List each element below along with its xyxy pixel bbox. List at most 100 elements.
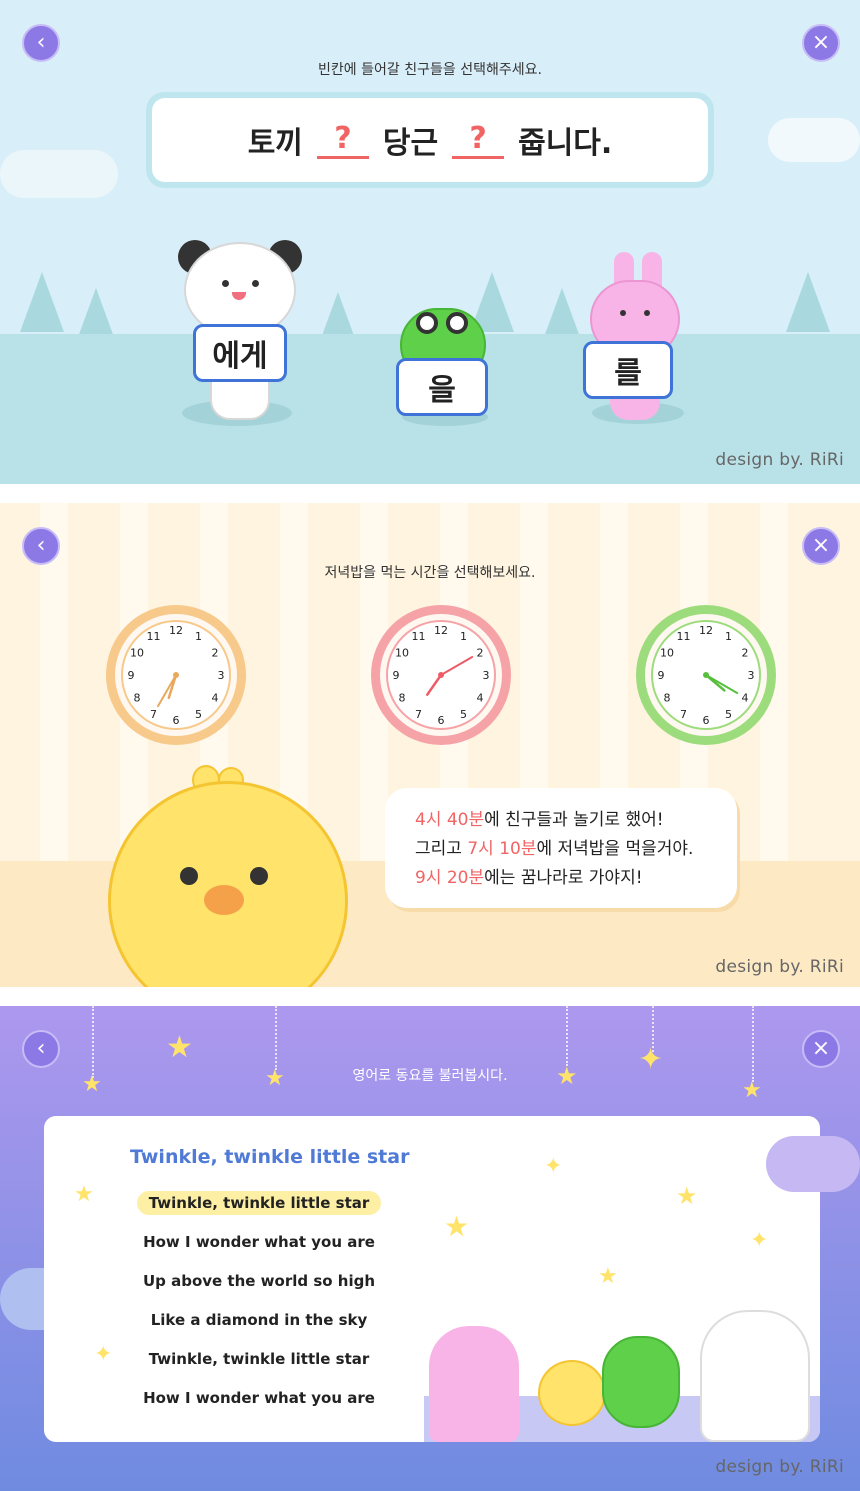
- clock-option-1[interactable]: 12 1 2 3 4 5 6 7 8 9 10 11: [104, 603, 248, 747]
- lyric-line[interactable]: Twinkle, twinkle little star: [54, 1350, 464, 1368]
- lyric-text: How I wonder what you are: [143, 1389, 375, 1407]
- tree-decoration: [786, 272, 830, 332]
- blank-slot-1[interactable]: ?: [316, 121, 369, 159]
- credit-text: design by. RiRi: [715, 450, 844, 470]
- clock-number: 6: [173, 714, 180, 727]
- option-rabbit[interactable]: [580, 252, 690, 427]
- clock-number: 7: [150, 708, 157, 721]
- eye-icon: [180, 867, 198, 885]
- time-highlight: 9시 20분: [415, 868, 485, 888]
- chevron-left-icon: ‹: [36, 533, 46, 558]
- clock-number: 11: [677, 630, 691, 643]
- option-sign-rabbit[interactable]: 를: [583, 341, 673, 399]
- star-icon: ★: [676, 1182, 698, 1210]
- hanging-star-icon: [275, 1006, 277, 1070]
- eye-icon: [620, 310, 626, 316]
- clock-center: [438, 672, 444, 678]
- song-panel: ‹ × ★ ★ ★ ★ ✦ ★ 영어로 동요를 불러봅시다. Twinkle, …: [0, 1006, 860, 1491]
- clock-face: 12 1234567891011: [106, 605, 246, 745]
- close-icon: ×: [811, 533, 831, 558]
- star-icon: ✦: [544, 1154, 563, 1179]
- speech-text: 에는 꿈나라로 가야지!: [484, 868, 643, 888]
- back-button[interactable]: ‹: [22, 1030, 60, 1068]
- speech-line-1: 4시 40분에 친구들과 놀기로 했어!: [415, 806, 737, 835]
- clock-option-2[interactable]: 12 1 2 3 4 5 6 7 8 9 10 11: [369, 603, 513, 747]
- clock-number: 8: [399, 692, 406, 705]
- option-sign-panda[interactable]: 에게: [193, 324, 287, 382]
- clock-number: 4: [476, 692, 483, 705]
- clock-number: 6: [703, 714, 710, 727]
- speech-text: 에 친구들과 놀기로 했어!: [484, 810, 664, 830]
- clock-number: 3: [218, 669, 225, 682]
- option-sign-frog[interactable]: 을: [396, 358, 488, 416]
- clock-option-3[interactable]: 12 1 2 3 4 5 6 7 8 9 10 11: [634, 603, 778, 747]
- eye-icon: [644, 310, 650, 316]
- lyric-text: Like a diamond in the sky: [150, 1311, 368, 1329]
- clock-center: [173, 672, 179, 678]
- time-highlight: 7시 10분: [467, 839, 537, 859]
- rabbit-character: [429, 1326, 519, 1442]
- clock-number: 12: [434, 624, 448, 637]
- cloud-decoration: [768, 118, 860, 162]
- instruction-text: 영어로 동요를 불러봅시다.: [352, 1068, 508, 1084]
- clock-number: 10: [660, 647, 674, 660]
- clock-face: 12 1234567891011: [371, 605, 511, 745]
- speech-line-2: 그리고 7시 10분에 저녁밥을 먹을거야.: [415, 835, 737, 864]
- song-title: Twinkle, twinkle little star: [130, 1146, 410, 1168]
- clock-number: 12: [169, 624, 183, 637]
- star-icon: ✦: [750, 1228, 769, 1253]
- speech-text: 그리고: [415, 839, 468, 859]
- back-button[interactable]: ‹: [22, 527, 60, 565]
- chevron-left-icon: ‹: [36, 30, 46, 55]
- chick-body: [108, 781, 348, 987]
- lyric-line[interactable]: Like a diamond in the sky: [54, 1311, 464, 1329]
- close-button[interactable]: ×: [802, 527, 840, 565]
- star-icon: ★: [166, 1030, 193, 1065]
- tree-decoration: [20, 272, 64, 332]
- clock-number: 5: [195, 708, 202, 721]
- clock-number: 7: [415, 708, 422, 721]
- sentence-word: 당근: [382, 126, 439, 161]
- clock-number: 5: [460, 708, 467, 721]
- frog-character: [602, 1336, 680, 1428]
- question-box: 토끼 ? 당근 ? 줍니다.: [146, 92, 714, 188]
- lyric-line[interactable]: How I wonder what you are: [54, 1233, 464, 1251]
- star-icon: ★: [74, 1182, 94, 1207]
- lyric-text: Twinkle, twinkle little star: [136, 1191, 382, 1215]
- panda-character: [700, 1310, 810, 1442]
- question-sentence: 토끼 ? 당근 ? 줍니다.: [152, 98, 708, 182]
- clock-number: 8: [134, 692, 141, 705]
- clock-center: [703, 672, 709, 678]
- credit-text: design by. RiRi: [715, 957, 844, 977]
- clock-number: 4: [211, 692, 218, 705]
- lyric-line[interactable]: Up above the world so high: [54, 1272, 464, 1290]
- speech-line-3: 9시 20분에는 꿈나라로 가야지!: [415, 864, 737, 893]
- close-button[interactable]: ×: [802, 24, 840, 62]
- song-card: Twinkle, twinkle little star Twinkle, tw…: [44, 1116, 820, 1442]
- eye-icon: [416, 312, 438, 334]
- star-icon: ★: [444, 1210, 470, 1243]
- cloud-decoration: [0, 150, 118, 198]
- lyric-text: How I wonder what you are: [143, 1233, 375, 1251]
- clock-number: 11: [412, 630, 426, 643]
- lyric-text: Twinkle, twinkle little star: [148, 1350, 370, 1368]
- close-button[interactable]: ×: [802, 1030, 840, 1068]
- credit-text: design by. RiRi: [715, 1457, 844, 1477]
- clock-number: 1: [195, 630, 202, 643]
- clock-number: 3: [748, 669, 755, 682]
- chick-character: [108, 765, 348, 987]
- close-icon: ×: [811, 30, 831, 55]
- sentence-word: 줍니다.: [518, 126, 613, 161]
- beak-icon: [204, 885, 244, 915]
- lyric-line[interactable]: Twinkle, twinkle little star: [54, 1191, 464, 1215]
- lyric-line[interactable]: How I wonder what you are: [54, 1389, 464, 1407]
- star-icon: ✦: [94, 1342, 113, 1367]
- clock-number: 2: [211, 647, 218, 660]
- hanging-star-icon: [566, 1006, 568, 1066]
- eye-icon: [222, 280, 229, 287]
- instruction-text: 빈칸에 들어갈 친구들을 선택해주세요.: [318, 62, 542, 78]
- blank-slot-2[interactable]: ?: [452, 121, 505, 159]
- back-button[interactable]: ‹: [22, 24, 60, 62]
- clock-number: 11: [147, 630, 161, 643]
- speech-bubble: 4시 40분에 친구들과 놀기로 했어! 그리고 7시 10분에 저녁밥을 먹을…: [385, 788, 737, 908]
